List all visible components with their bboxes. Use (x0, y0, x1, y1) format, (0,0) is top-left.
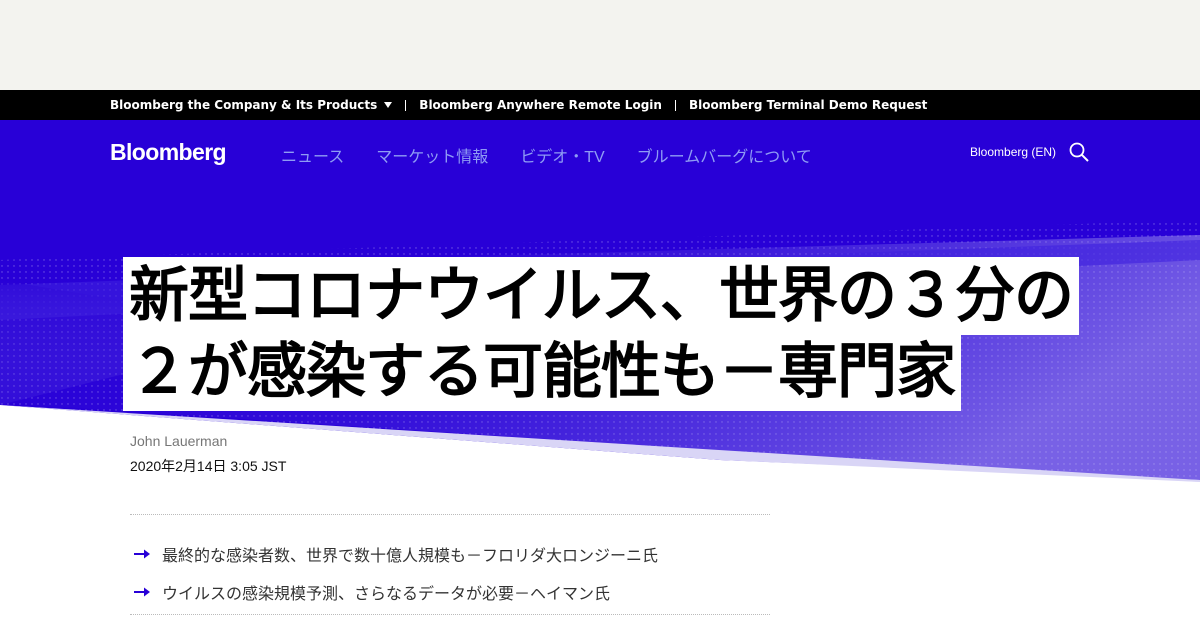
search-icon[interactable] (1069, 142, 1089, 162)
arrow-right-icon (134, 549, 150, 559)
publish-date: 2020年2月14日 3:05 JST (130, 458, 287, 474)
company-products-label: Bloomberg the Company & Its Products (110, 98, 378, 112)
caret-down-icon (384, 102, 393, 108)
list-item: 最終的な感染者数、世界で数十億人規模も－フロリダ大ロンジーニ氏 (130, 535, 770, 573)
top-utility-bar: Bloomberg the Company & Its Products Blo… (0, 90, 1200, 120)
highlight-text: 最終的な感染者数、世界で数十億人規模も－フロリダ大ロンジーニ氏 (162, 548, 659, 565)
author-name[interactable]: John Lauerman (130, 433, 227, 449)
arrow-right-icon (134, 587, 150, 597)
page: Bloomberg the Company & Its Products Blo… (0, 0, 1200, 630)
nav-news[interactable]: ニュース (281, 143, 344, 167)
nav-video-tv[interactable]: ビデオ・TV (520, 143, 604, 167)
main-navigation: Bloomberg ニュース マーケット情報 ビデオ・TV ブルームバーグについ… (0, 120, 1200, 184)
divider (674, 99, 676, 111)
highlight-text: ウイルスの感染規模予測、さらなるデータが必要－ヘイマン氏 (162, 586, 611, 603)
terminal-demo-link[interactable]: Bloomberg Terminal Demo Request (689, 98, 927, 112)
divider (405, 99, 407, 111)
nav-about[interactable]: ブルームバーグについて (637, 143, 812, 167)
headline-text: 新型コロナウイルス、世界の３分の２が感染する可能性も－専門家 (123, 257, 1079, 411)
company-products-link[interactable]: Bloomberg the Company & Its Products (110, 98, 393, 112)
article-headline: 新型コロナウイルス、世界の３分の２が感染する可能性も－専門家 (123, 257, 1113, 411)
edition-switch-link[interactable]: Bloomberg (EN) (970, 145, 1056, 159)
nav-links: ニュース マーケット情報 ビデオ・TV ブルームバーグについて (281, 143, 812, 167)
anywhere-login-link[interactable]: Bloomberg Anywhere Remote Login (419, 98, 662, 112)
article-highlights: 最終的な感染者数、世界で数十億人規模も－フロリダ大ロンジーニ氏 ウイルスの感染規… (130, 514, 770, 615)
list-item: ウイルスの感染規模予測、さらなるデータが必要－ヘイマン氏 (130, 573, 770, 611)
bloomberg-logo[interactable]: Bloomberg (110, 139, 227, 166)
nav-markets[interactable]: マーケット情報 (376, 143, 488, 167)
ad-banner-space (0, 0, 1200, 90)
